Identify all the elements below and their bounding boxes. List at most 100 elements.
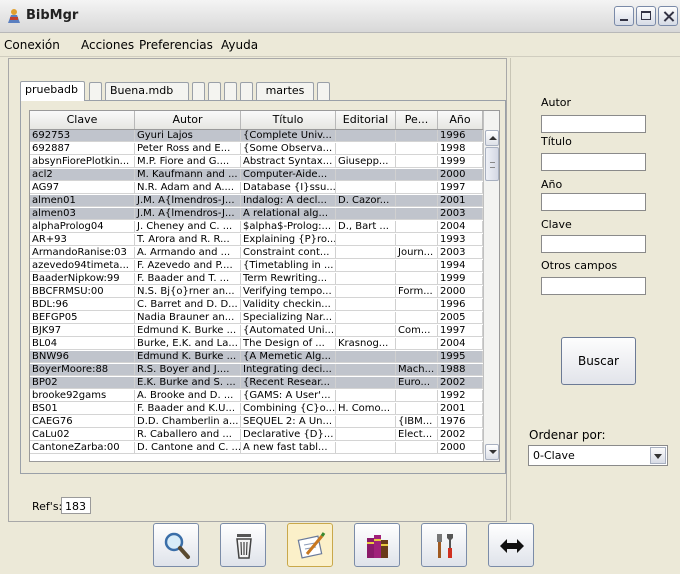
menu-conexion[interactable]: Conexión bbox=[4, 38, 60, 52]
table-cell bbox=[396, 403, 438, 414]
window-title: BibMgr bbox=[26, 8, 79, 23]
table-row[interactable]: CantoneZarba:00 D. Cantone and C. ... A ne… bbox=[30, 442, 483, 454]
tab-unnamed[interactable] bbox=[224, 82, 237, 100]
table-cell: 1998 bbox=[438, 143, 483, 154]
table-cell: 1992 bbox=[438, 390, 483, 401]
table-cell: BoyerMoore:88 bbox=[30, 364, 135, 375]
table-row[interactable]: brooke92gams A. Brooke and D. ... {GAMS: A… bbox=[30, 390, 483, 402]
edit-icon bbox=[297, 532, 326, 559]
table-cell: 1996 bbox=[438, 299, 483, 310]
table-cell: azevedo94timeta... bbox=[30, 260, 135, 271]
table-cell: D.D. Chamberlin a... bbox=[135, 416, 241, 427]
table-row[interactable]: BaaderNipkow:99 F. Baader and T. ... Term … bbox=[30, 273, 483, 285]
maximize-button[interactable] bbox=[636, 6, 656, 26]
tab-martes[interactable]: martes bbox=[256, 82, 314, 100]
table-cell: F. Baader and T. ... bbox=[135, 273, 241, 284]
ano-input[interactable] bbox=[541, 193, 646, 211]
table-cell bbox=[396, 338, 438, 349]
table-row[interactable]: 692887 Peter Ross and E... {Some Observa..… bbox=[30, 143, 483, 155]
table-row[interactable]: AG97 N.R. Adam and A.... Database {I}ssu..… bbox=[30, 182, 483, 194]
table-row[interactable]: absynFiorePlotkin... M.P. Fiore and G....… bbox=[30, 156, 483, 168]
table-cell: {Complete Univ... bbox=[241, 130, 336, 141]
table-cell: BP02 bbox=[30, 377, 135, 388]
tab-pruebadb[interactable]: pruebadb bbox=[20, 81, 85, 101]
scroll-down-button[interactable] bbox=[485, 444, 499, 460]
table-cell bbox=[336, 325, 396, 336]
delete-button[interactable] bbox=[220, 523, 266, 567]
table-row[interactable]: AR+93 T. Arora and R. R... Explaining {P}r… bbox=[30, 234, 483, 246]
table-cell: 2000 bbox=[438, 442, 483, 453]
table-row[interactable]: BS01 F. Baader and K.U... Combining {C}o..… bbox=[30, 403, 483, 415]
table-cell bbox=[336, 169, 396, 180]
table-cell: SEQUEL 2: A Un... bbox=[241, 416, 336, 427]
minimize-button[interactable] bbox=[614, 6, 634, 26]
table-cell bbox=[396, 260, 438, 271]
menu-ayuda[interactable]: Ayuda bbox=[221, 38, 258, 52]
table-row[interactable]: BEFGP05 Nadia Brauner an... Specializing N… bbox=[30, 312, 483, 324]
tab-unnamed[interactable] bbox=[317, 82, 330, 100]
table-row[interactable]: CAEG76 D.D. Chamberlin a... SEQUEL 2: A Un… bbox=[30, 416, 483, 428]
tab-unnamed[interactable] bbox=[208, 82, 221, 100]
table-row[interactable]: azevedo94timeta... F. Azevedo and P.... {T… bbox=[30, 260, 483, 272]
table-cell bbox=[396, 143, 438, 154]
table-cell bbox=[336, 130, 396, 141]
menu-acciones[interactable]: Acciones bbox=[81, 38, 134, 52]
table-row[interactable]: 692753 Gyuri Lajos {Complete Univ... 1996 bbox=[30, 130, 483, 142]
close-button[interactable] bbox=[658, 6, 678, 26]
table-cell: 1997 bbox=[438, 325, 483, 336]
table-cell: Euro... bbox=[396, 377, 438, 388]
column-header-ano[interactable]: Año bbox=[438, 111, 483, 129]
table-cell: J.M. A{lmendros-J... bbox=[135, 195, 241, 206]
ordenar-select[interactable]: 0-Clave bbox=[528, 445, 668, 466]
table-row[interactable]: BNW96 Edmund K. Burke ... {A Memetic Alg..… bbox=[30, 351, 483, 363]
table-row[interactable]: BoyerMoore:88 R.S. Boyer and J.... Integra… bbox=[30, 364, 483, 376]
tab-unnamed[interactable] bbox=[240, 82, 253, 100]
table-row[interactable]: BP02 E.K. Burke and S. ... {Recent Resear.… bbox=[30, 377, 483, 389]
scroll-thumb[interactable] bbox=[485, 147, 499, 181]
table-row[interactable]: CaLu02 R. Caballero and ... Declarative {D… bbox=[30, 429, 483, 441]
table-row[interactable]: BBCFRMSU:00 N.S. Bj{o}rner an... Verifying… bbox=[30, 286, 483, 298]
table-row[interactable]: BJK97 Edmund K. Burke ... {Automated Uni..… bbox=[30, 325, 483, 337]
table-row[interactable]: BL04 Burke, E.K. and La... The Design of .… bbox=[30, 338, 483, 350]
table-cell bbox=[336, 390, 396, 401]
column-header-autor[interactable]: Autor bbox=[135, 111, 241, 129]
scroll-up-button[interactable] bbox=[485, 130, 499, 146]
table-cell: A new fast tabl... bbox=[241, 442, 336, 453]
search-button[interactable] bbox=[153, 523, 199, 567]
column-header-titulo[interactable]: Título bbox=[241, 111, 336, 129]
edit-button[interactable] bbox=[287, 523, 333, 567]
table-cell: Specializing Nar... bbox=[241, 312, 336, 323]
tab-unnamed[interactable] bbox=[192, 82, 205, 100]
clave-input[interactable] bbox=[541, 235, 646, 253]
references-table: Clave Autor Título Editorial Pe... Año 6… bbox=[29, 110, 500, 462]
column-header-clave[interactable]: Clave bbox=[30, 111, 135, 129]
table-row[interactable]: alphaProlog04 J. Cheney and C. ... $alpha$… bbox=[30, 221, 483, 233]
table-cell bbox=[336, 234, 396, 245]
table-row[interactable]: ArmandoRanise:03 A. Armando and ... Constr… bbox=[30, 247, 483, 259]
titulo-input[interactable] bbox=[541, 153, 646, 171]
otros-campos-input[interactable] bbox=[541, 277, 646, 295]
table-row[interactable]: BDL:96 C. Barret and D. D... Validity chec… bbox=[30, 299, 483, 311]
table-cell bbox=[336, 364, 396, 375]
buscar-button[interactable]: Buscar bbox=[561, 337, 636, 385]
table-cell: 2003 bbox=[438, 247, 483, 258]
library-button[interactable] bbox=[354, 523, 400, 567]
column-header-periodico[interactable]: Pe... bbox=[396, 111, 438, 129]
table-row[interactable]: almen03 J.M. A{lmendros-J... A relational … bbox=[30, 208, 483, 220]
table-cell: 1988 bbox=[438, 364, 483, 375]
chevron-down-icon[interactable] bbox=[650, 447, 666, 464]
table-cell: R.S. Boyer and J.... bbox=[135, 364, 241, 375]
table-row[interactable]: almen01 J.M. A{lmendros-J... Indalog: A de… bbox=[30, 195, 483, 207]
tab-unnamed[interactable] bbox=[89, 82, 102, 100]
table-cell: Verifying tempo... bbox=[241, 286, 336, 297]
table-cell: 1994 bbox=[438, 260, 483, 271]
swap-button[interactable] bbox=[488, 523, 534, 567]
column-header-editorial[interactable]: Editorial bbox=[336, 111, 396, 129]
tools-button[interactable] bbox=[421, 523, 467, 567]
table-cell: N.S. Bj{o}rner an... bbox=[135, 286, 241, 297]
tab-buena-mdb[interactable]: Buena.mdb bbox=[105, 82, 189, 100]
menu-preferencias[interactable]: Preferencias bbox=[139, 38, 213, 52]
vertical-scrollbar[interactable] bbox=[483, 111, 499, 461]
table-row[interactable]: acl2 M. Kaufmann and ... Computer-Aide... 2… bbox=[30, 169, 483, 181]
autor-input[interactable] bbox=[541, 115, 646, 133]
